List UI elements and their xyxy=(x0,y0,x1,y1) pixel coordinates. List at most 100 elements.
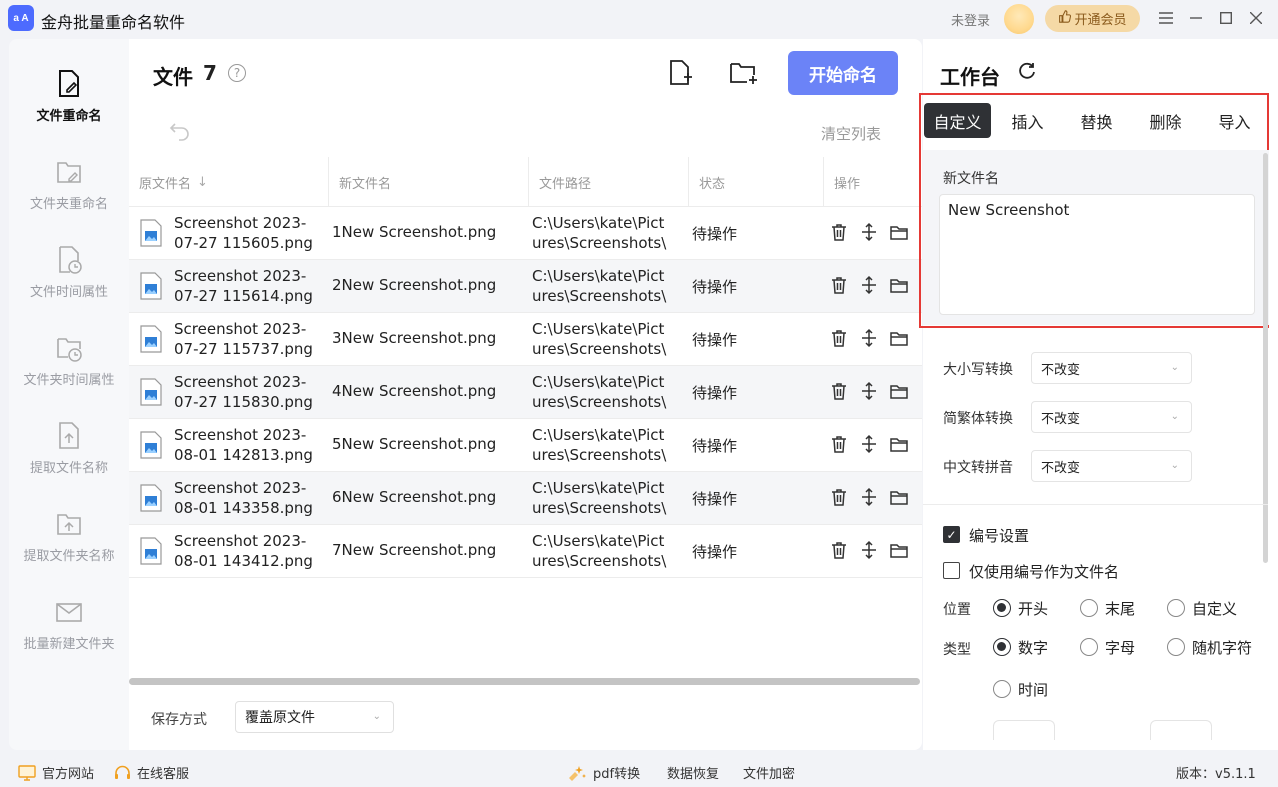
only-number-checkbox[interactable] xyxy=(943,562,960,579)
login-status[interactable]: 未登录 xyxy=(951,10,990,29)
step-number-input[interactable] xyxy=(1150,720,1212,740)
trash-icon[interactable] xyxy=(829,540,849,560)
position-start-radio[interactable] xyxy=(993,599,1011,617)
official-website-link[interactable]: 官方网站 xyxy=(18,763,94,782)
tab-custom[interactable]: 自定义 xyxy=(924,103,991,138)
position-end-radio[interactable] xyxy=(1080,599,1098,617)
move-icon[interactable] xyxy=(859,275,879,295)
minimize-icon[interactable] xyxy=(1186,8,1206,28)
title-bar: a A 金舟批量重命名软件 未登录 开通会员 xyxy=(0,0,1278,38)
open-folder-icon[interactable] xyxy=(889,434,909,454)
sidebar-item-extract-filename[interactable]: 提取文件名称 xyxy=(9,421,129,501)
column-header-status: 状态 xyxy=(699,176,726,192)
workbench-panel: 工作台 自定义 插入 替换 删除 导入 新文件名 New Screenshot … xyxy=(919,39,1278,750)
open-folder-icon[interactable] xyxy=(889,487,909,507)
file-encrypt-link[interactable]: 文件加密 xyxy=(743,763,795,782)
pdf-convert-label: pdf转换 xyxy=(593,767,641,782)
case-convert-select[interactable]: 不改变 ⌄ xyxy=(1031,352,1192,384)
maximize-icon[interactable] xyxy=(1216,8,1236,28)
type-letter-radio[interactable] xyxy=(1080,638,1098,656)
sidebar-item-file-rename[interactable]: 文件重命名 xyxy=(9,69,129,149)
open-folder-icon[interactable] xyxy=(889,381,909,401)
numbering-checkbox[interactable]: ✓ xyxy=(943,526,960,543)
add-folder-button[interactable] xyxy=(729,59,759,87)
folder-upload-icon xyxy=(57,514,81,535)
pdf-convert-link[interactable]: pdf转换 xyxy=(565,763,640,782)
undo-icon[interactable] xyxy=(169,121,191,143)
column-header-new: 新文件名 xyxy=(339,176,392,192)
trash-icon[interactable] xyxy=(829,381,849,401)
type-random-label: 随机字符 xyxy=(1192,639,1253,657)
data-recovery-link[interactable]: 数据恢复 xyxy=(667,763,719,782)
table-row[interactable]: Screenshot 2023- 08-01 143358.png 6New Sc… xyxy=(129,472,922,525)
tab-import[interactable]: 导入 xyxy=(1201,103,1268,138)
open-folder-icon[interactable] xyxy=(889,222,909,242)
case-convert-label: 大小写转换 xyxy=(943,362,1013,378)
sidebar-item-folder-rename[interactable]: 文件夹重命名 xyxy=(9,157,129,237)
move-icon[interactable] xyxy=(859,328,879,348)
position-custom-radio[interactable] xyxy=(1167,599,1185,617)
refresh-icon[interactable] xyxy=(1017,61,1037,81)
sidebar-item-extract-foldername[interactable]: 提取文件夹名称 xyxy=(9,509,129,589)
file-list-panel: 文件 7 ? 开始命名 清空列表 原文件名 ↓ 新文件名 文件路径 状态 操作 … xyxy=(129,39,922,750)
close-icon[interactable] xyxy=(1246,8,1266,28)
vertical-scrollbar[interactable] xyxy=(1263,153,1268,563)
tab-insert[interactable]: 插入 xyxy=(994,103,1061,138)
new-filename-input[interactable]: New Screenshot xyxy=(939,194,1255,315)
column-header-original[interactable]: 原文件名 ↓ xyxy=(129,157,329,207)
help-icon[interactable]: ? xyxy=(228,64,246,82)
trash-icon[interactable] xyxy=(829,328,849,348)
trash-icon[interactable] xyxy=(829,434,849,454)
trash-icon[interactable] xyxy=(829,275,849,295)
table-row[interactable]: Screenshot 2023- 07-27 115605.png 1New Sc… xyxy=(129,207,922,260)
move-icon[interactable] xyxy=(859,434,879,454)
tab-delete[interactable]: 删除 xyxy=(1132,103,1199,138)
open-folder-icon[interactable] xyxy=(889,540,909,560)
status-text: 待操作 xyxy=(692,384,738,402)
trash-icon[interactable] xyxy=(829,487,849,507)
sidebar-item-new-folders[interactable]: 批量新建文件夹 xyxy=(9,597,129,677)
trad-simp-select[interactable]: 不改变 ⌄ xyxy=(1031,401,1192,433)
status-text: 待操作 xyxy=(692,543,738,561)
menu-icon[interactable] xyxy=(1156,8,1176,28)
type-time-radio[interactable] xyxy=(993,680,1011,698)
app-logo: a A xyxy=(8,5,34,31)
move-icon[interactable] xyxy=(859,540,879,560)
add-file-button[interactable] xyxy=(666,59,694,87)
table-row[interactable]: Screenshot 2023- 07-27 115614.png 2New Sc… xyxy=(129,260,922,313)
start-number-input[interactable] xyxy=(993,720,1055,740)
table-row[interactable]: Screenshot 2023- 08-01 143412.png 7New Sc… xyxy=(129,525,922,578)
horizontal-scrollbar[interactable] xyxy=(129,678,920,685)
table-row[interactable]: Screenshot 2023- 07-27 115830.png 4New Sc… xyxy=(129,366,922,419)
sidebar-item-folder-time[interactable]: 文件夹时间属性 xyxy=(9,333,129,413)
sidebar-item-file-time[interactable]: 文件时间属性 xyxy=(9,245,129,325)
sort-down-icon[interactable]: ↓ xyxy=(197,175,208,190)
version-text: 版本：v5.1.1 xyxy=(1176,767,1256,782)
open-folder-icon[interactable] xyxy=(889,275,909,295)
sparkle-icon xyxy=(569,765,586,781)
avatar[interactable] xyxy=(1004,4,1034,34)
type-label: 类型 xyxy=(943,642,971,658)
open-folder-icon[interactable] xyxy=(889,328,909,348)
trash-icon[interactable] xyxy=(829,222,849,242)
vip-button[interactable]: 开通会员 xyxy=(1045,5,1140,32)
move-icon[interactable] xyxy=(859,222,879,242)
sidebar-item-label: 批量新建文件夹 xyxy=(23,637,115,652)
start-rename-button[interactable]: 开始命名 xyxy=(788,51,898,95)
type-number-radio[interactable] xyxy=(993,638,1011,656)
image-file-icon xyxy=(140,537,162,565)
pinyin-select[interactable]: 不改变 ⌄ xyxy=(1031,450,1192,482)
table-row[interactable]: Screenshot 2023- 08-01 142813.png 5New Sc… xyxy=(129,419,922,472)
file-upload-icon xyxy=(59,422,79,449)
column-header-path: 文件路径 xyxy=(539,176,592,192)
sidebar-item-label: 文件夹时间属性 xyxy=(23,373,115,388)
move-icon[interactable] xyxy=(859,487,879,507)
file-path: C:\Users\kate\Pict ures\Screenshots\ xyxy=(532,426,667,464)
online-support-link[interactable]: 在线客服 xyxy=(114,763,189,782)
table-row[interactable]: Screenshot 2023- 07-27 115737.png 3New Sc… xyxy=(129,313,922,366)
clear-list-button[interactable]: 清空列表 xyxy=(821,123,881,144)
move-icon[interactable] xyxy=(859,381,879,401)
tab-replace[interactable]: 替换 xyxy=(1063,103,1130,138)
save-mode-select[interactable]: 覆盖原文件 ⌄ xyxy=(235,701,394,733)
type-random-radio[interactable] xyxy=(1167,638,1185,656)
